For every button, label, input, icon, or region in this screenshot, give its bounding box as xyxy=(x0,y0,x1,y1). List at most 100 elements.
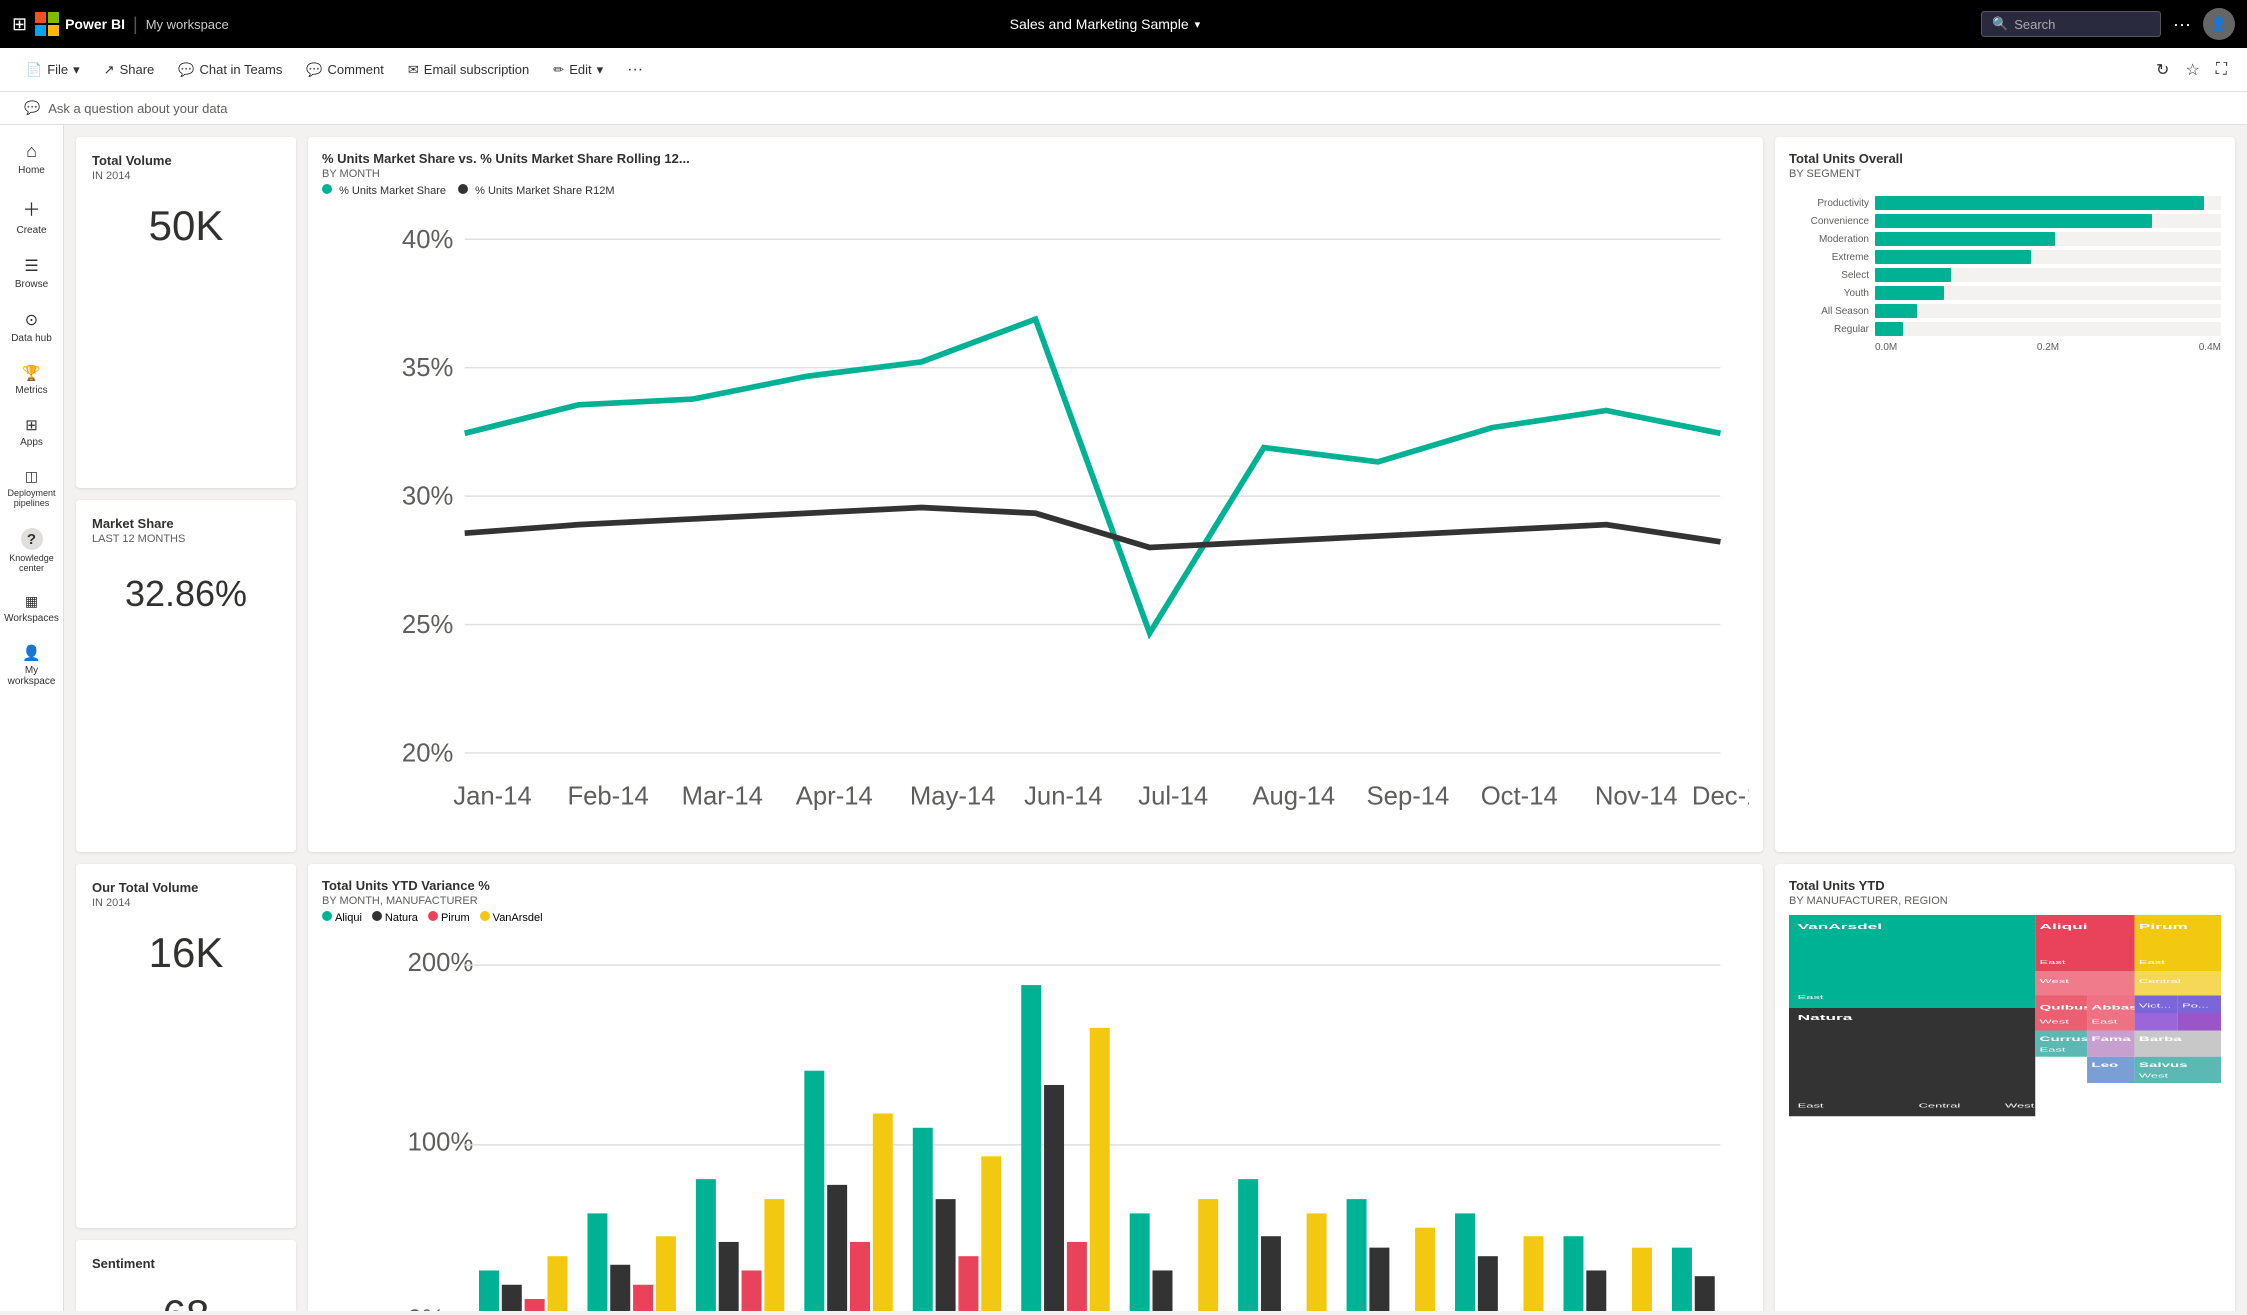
line-chart-card[interactable]: % Units Market Share vs. % Units Market … xyxy=(308,137,1763,852)
sentiment-value: 68 xyxy=(92,1291,280,1311)
favorite-button[interactable]: ☆ xyxy=(2181,56,2203,84)
bar-feb-natura xyxy=(610,1265,630,1311)
bar-fill-extreme xyxy=(1875,250,2031,264)
legend-dot-natura xyxy=(372,911,382,921)
top-navigation: ⊞ Power BI | My workspace Sales and Mark… xyxy=(0,0,2247,48)
report-title-chevron[interactable]: ▾ xyxy=(1195,18,1201,31)
qa-bar[interactable]: 💬 Ask a question about your data xyxy=(0,92,2247,125)
report-title-area: Sales and Marketing Sample ▾ xyxy=(237,16,1973,32)
bar-may-aliqui xyxy=(913,1128,933,1311)
svg-text:35%: 35% xyxy=(402,354,453,382)
share-button[interactable]: ↗ Share xyxy=(94,58,165,82)
sidebar-item-create[interactable]: ＋ Create xyxy=(3,188,61,244)
bar-chart-container: Productivity Convenience Moderation Extr… xyxy=(1789,196,2221,336)
svg-text:Jan-14: Jan-14 xyxy=(453,782,532,810)
grouped-bar-chart-card[interactable]: Total Units YTD Variance % BY MONTH, MAN… xyxy=(308,864,1763,1311)
our-total-volume-card[interactable]: Our Total Volume IN 2014 16K xyxy=(76,864,296,1228)
bar-chart-card[interactable]: Total Units Overall BY SEGMENT Productiv… xyxy=(1775,137,2235,852)
workspace-label[interactable]: My workspace xyxy=(146,17,229,32)
svg-text:Central: Central xyxy=(1919,1103,1961,1109)
user-avatar[interactable]: 👤 xyxy=(2203,8,2235,40)
bar-jun-natura xyxy=(1044,1085,1064,1311)
line-chart-svg: 40% 35% 30% 25% 20% Jan-14 xyxy=(322,205,1749,833)
comment-button[interactable]: 💬 Comment xyxy=(296,58,394,82)
bar-feb-pirum xyxy=(633,1285,653,1311)
svg-text:Oct-14: Oct-14 xyxy=(1481,782,1558,810)
sidebar-item-datahub[interactable]: ⊙ Data hub xyxy=(3,302,61,352)
knowledge-icon: ? xyxy=(21,528,43,550)
sidebar-item-knowledge[interactable]: ? Knowledge center xyxy=(3,520,61,581)
edit-icon: ✏ xyxy=(553,62,564,78)
left-col-row2: Our Total Volume IN 2014 16K Sentiment 6… xyxy=(76,864,296,1311)
sidebar-item-browse[interactable]: ☰ Browse xyxy=(3,248,61,298)
bar-may-pirum xyxy=(958,1256,978,1311)
more-options-button[interactable]: ··· xyxy=(2173,14,2191,35)
sidebar-item-apps[interactable]: ⊞ Apps xyxy=(3,408,61,456)
sidebar-item-metrics[interactable]: 🏆 Metrics xyxy=(3,356,61,404)
bar-chart-x-axis: 0.0M 0.2M 0.4M xyxy=(1789,342,2221,353)
svg-text:VanArsdel: VanArsdel xyxy=(1798,923,1882,931)
chat-in-teams-button[interactable]: 💬 Chat in Teams xyxy=(168,58,292,82)
treemap-abbas xyxy=(2087,995,2135,1030)
fullscreen-button[interactable]: ⛶ xyxy=(2212,56,2231,84)
toolbar-right-actions: ↻ ☆ ⛶ xyxy=(2152,56,2231,84)
line-chart-subtitle: BY MONTH xyxy=(322,168,1749,180)
treemap-card[interactable]: Total Units YTD BY MANUFACTURER, REGION … xyxy=(1775,864,2235,1311)
bar-row-convenience: Convenience xyxy=(1789,214,2221,228)
edit-button[interactable]: ✏ Edit ▾ xyxy=(543,58,613,82)
treemap-leo xyxy=(2087,1057,2135,1083)
sidebar-item-home[interactable]: ⌂ Home xyxy=(3,133,61,184)
grouped-bar-legend: Aliqui Natura Pirum VanArsdel xyxy=(322,911,1749,924)
sidebar-label-datahub: Data hub xyxy=(11,333,52,344)
legend-market-share: % Units Market Share xyxy=(322,184,446,197)
svg-text:East: East xyxy=(1798,995,1824,1001)
share-icon: ↗ xyxy=(104,62,115,78)
bar-fill-convenience xyxy=(1875,214,2152,228)
bar-apr-natura xyxy=(827,1185,847,1311)
bar-row-extreme: Extreme xyxy=(1789,250,2221,264)
sidebar-label-metrics: Metrics xyxy=(15,385,47,396)
svg-text:20%: 20% xyxy=(402,740,453,768)
legend-pirum: Pirum xyxy=(428,911,470,924)
sidebar-item-deployment[interactable]: ◫ Deployment pipelines xyxy=(3,460,61,516)
refresh-button[interactable]: ↻ xyxy=(2152,56,2173,84)
total-volume-card[interactable]: Total Volume IN 2014 50K xyxy=(76,137,296,488)
email-subscription-button[interactable]: ✉ Email subscription xyxy=(398,58,539,82)
datahub-icon: ⊙ xyxy=(25,310,38,330)
line-market-share xyxy=(465,319,1721,633)
report-title: Sales and Marketing Sample xyxy=(1010,16,1189,32)
svg-text:West: West xyxy=(2139,1073,2169,1079)
search-box[interactable]: 🔍 Search xyxy=(1981,11,2161,37)
bar-row-regular: Regular xyxy=(1789,322,2221,336)
svg-text:Pirum: Pirum xyxy=(2139,923,2188,931)
bar-sep-aliqui xyxy=(1347,1199,1367,1311)
bar-mar-aliqui xyxy=(696,1179,716,1311)
market-share-value: 32.86% xyxy=(92,573,280,615)
svg-text:May-14: May-14 xyxy=(910,782,996,810)
svg-text:East: East xyxy=(2139,960,2165,966)
sentiment-card[interactable]: Sentiment 68 xyxy=(76,1240,296,1311)
bar-dec-aliqui xyxy=(1672,1248,1692,1311)
more-button[interactable]: ··· xyxy=(617,57,653,83)
bar-mar-vanarsdel xyxy=(764,1199,784,1311)
search-icon: 🔍 xyxy=(1992,16,2008,32)
bar-fill-moderation xyxy=(1875,232,2055,246)
apps-icon: ⊞ xyxy=(25,416,38,434)
sidebar-item-workspaces[interactable]: ▦ Workspaces xyxy=(3,585,61,632)
bar-sep-natura xyxy=(1369,1248,1389,1311)
total-volume-value: 50K xyxy=(92,202,280,250)
svg-text:Salvus: Salvus xyxy=(2139,1062,2188,1068)
svg-text:Jun-14: Jun-14 xyxy=(1024,782,1102,810)
bar-row-allseason: All Season xyxy=(1789,304,2221,318)
svg-text:0%: 0% xyxy=(408,1305,445,1311)
treemap-title: Total Units YTD xyxy=(1789,878,2221,893)
svg-text:30%: 30% xyxy=(402,483,453,511)
sidebar-item-myworkspace[interactable]: 👤 My workspace xyxy=(3,636,61,695)
market-share-card[interactable]: Market Share LAST 12 MONTHS 32.86% xyxy=(76,500,296,851)
sidebar: ⌂ Home ＋ Create ☰ Browse ⊙ Data hub 🏆 Me… xyxy=(0,125,64,1311)
sentiment-title: Sentiment xyxy=(92,1256,280,1271)
svg-text:200%: 200% xyxy=(408,949,474,977)
waffle-icon[interactable]: ⊞ xyxy=(12,14,27,35)
file-button[interactable]: 📄 File ▾ xyxy=(16,58,90,82)
bar-feb-aliqui xyxy=(587,1213,607,1311)
